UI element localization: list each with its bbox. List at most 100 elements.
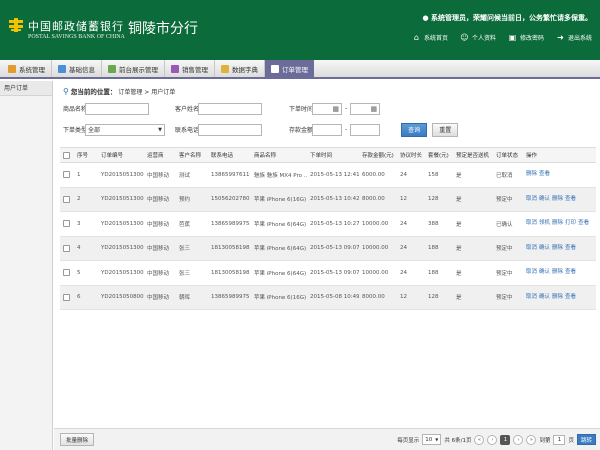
cell-phone: 13865989975	[208, 285, 251, 310]
row-action-link[interactable]: 删除	[552, 245, 563, 251]
row-action-link[interactable]: 取消	[526, 294, 537, 300]
row-action-link[interactable]: 确认	[539, 269, 550, 275]
row-action-link[interactable]: 打印	[565, 220, 576, 226]
first-page-button[interactable]: «	[474, 434, 485, 445]
cell-deposit-amount: 10000.00	[359, 236, 397, 261]
cell-product-name[interactable]: 魅族 魅族 MX4 Pro ...	[251, 162, 307, 188]
table-footer: 批量删除 每页显示 10 ▼ 共 6条/1页 « ‹ 1 › » 到第 1 页 …	[54, 428, 600, 450]
cell-product-name[interactable]: 苹果 iPhone 6(64G)	[251, 211, 307, 237]
col-actions: 操作	[523, 147, 596, 163]
phone-input[interactable]	[198, 123, 262, 136]
row-checkbox[interactable]	[60, 236, 74, 261]
order-time-end[interactable]: ▦	[350, 102, 381, 115]
cell-product-name[interactable]: 苹果 iPhone 6(64G)	[251, 260, 307, 286]
row-action-link[interactable]: 查看	[565, 294, 576, 300]
batch-delete-button[interactable]: 批量删除	[60, 433, 95, 446]
col-order-no: 订单编号	[98, 147, 144, 163]
row-checkbox[interactable]	[60, 211, 74, 237]
customer-name-input[interactable]	[198, 102, 262, 115]
nav-basic-info[interactable]: 基础信息	[52, 60, 102, 77]
nav-order-management[interactable]: 订单管理	[265, 60, 314, 77]
last-page-button[interactable]: »	[526, 434, 537, 445]
change-password-link[interactable]: ▣ 修改密码	[508, 33, 544, 42]
row-action-link[interactable]: 查看	[539, 171, 550, 177]
settings-icon	[8, 64, 16, 73]
page-unit-label: 页	[568, 437, 574, 444]
cell-term: 12	[397, 285, 425, 310]
row-action-link[interactable]: 查看	[578, 220, 589, 226]
order-type-label: 下单类型	[63, 127, 88, 134]
col-customer: 客户名称	[176, 147, 208, 163]
cell-plan: 188	[425, 260, 453, 286]
home-icon: ⌂	[413, 33, 419, 42]
row-action-link[interactable]: 查看	[565, 196, 576, 202]
row-action-link[interactable]: 删除	[526, 171, 537, 177]
order-type-select[interactable]: 全部 ▼	[85, 123, 165, 136]
per-page-select[interactable]: 10 ▼	[422, 434, 442, 445]
order-time-start[interactable]: ▦	[312, 102, 342, 115]
customer-name-label: 客户姓名	[175, 106, 200, 113]
cell-term: 24	[397, 236, 425, 261]
goto-page-input[interactable]: 1	[553, 434, 566, 445]
row-action-link[interactable]: 领机	[539, 220, 550, 226]
nav-sales-management[interactable]: 销售管理	[165, 60, 215, 77]
cell-customer-name: 测试	[176, 162, 208, 188]
deposit-label: 存款金额	[289, 127, 314, 134]
search-button[interactable]: 查询	[401, 122, 428, 137]
prev-page-button[interactable]: ‹	[487, 434, 498, 445]
cell-order-no: YD20150513003	[98, 211, 144, 237]
row-action-link[interactable]: 确认	[539, 245, 550, 251]
row-action-link[interactable]: 删除	[552, 269, 563, 275]
user-info-icon: ●	[422, 14, 429, 22]
row-action-link[interactable]: 删除	[552, 294, 563, 300]
nav-data-dictionary[interactable]: 数据字典	[215, 60, 265, 77]
logout-link[interactable]: ➜ 退出系统	[556, 33, 592, 42]
row-action-link[interactable]: 删除	[552, 196, 563, 202]
cell-carrier: 中国移动	[144, 236, 176, 261]
row-checkbox[interactable]	[60, 162, 74, 188]
row-action-link[interactable]: 取消	[526, 196, 537, 202]
cell-term: 24	[397, 162, 425, 188]
row-action-link[interactable]: 取消	[526, 245, 537, 251]
row-action-link[interactable]: 查看	[565, 245, 576, 251]
home-link[interactable]: ⌂ 系统首页	[412, 33, 448, 42]
cell-actions: 取消 确认 删除 查看	[523, 236, 596, 261]
row-action-link[interactable]: 取消	[526, 269, 537, 275]
page-number-current[interactable]: 1	[500, 434, 511, 445]
row-action-link[interactable]: 确认	[539, 196, 550, 202]
cell-carrier: 中国移动	[144, 285, 176, 310]
cell-product-name[interactable]: 苹果 iPhone 6(64G)	[251, 236, 307, 261]
cell-gift-flag: 是	[453, 285, 493, 310]
deposit-max-input[interactable]	[350, 123, 381, 136]
table-row: 2 YD20150513004 中国移动 预约 15056202780 苹果 iPhone…	[60, 187, 596, 212]
reset-button[interactable]: 重置	[432, 122, 459, 137]
product-name-input[interactable]	[85, 102, 149, 115]
cell-product-name[interactable]: 苹果 iPhone 6(16G)	[251, 187, 307, 212]
cell-product-name[interactable]: 苹果 iPhone 6(16G)	[251, 285, 307, 310]
filter-row-2: 下单类型 全部 ▼ 联系电话 存款金额 - 查询 重置	[63, 122, 459, 137]
profile-link[interactable]: ☺ 个人资料	[460, 33, 496, 42]
calendar-icon: ▦	[370, 104, 378, 113]
cell-row-no: 4	[74, 236, 98, 261]
nav-system-management[interactable]: 系统管理	[2, 60, 52, 77]
col-deposit: 存款金额(元)	[359, 147, 397, 163]
goto-label: 到第	[539, 437, 551, 444]
row-action-link[interactable]: 查看	[565, 269, 576, 275]
goto-button[interactable]: 跳转	[576, 434, 596, 445]
row-action-link[interactable]: 取消	[526, 220, 537, 226]
dictionary-icon	[221, 64, 229, 73]
deposit-min-input[interactable]	[312, 123, 342, 136]
row-checkbox[interactable]	[60, 187, 74, 212]
row-action-link[interactable]: 删除	[552, 220, 563, 226]
cell-order-time: 2015-05-13 10:27:15	[307, 211, 359, 237]
nav-frontend-display[interactable]: 前台展示管理	[102, 60, 165, 77]
cell-gift-flag: 是	[453, 236, 493, 261]
location-pin-icon: ⚲	[63, 86, 69, 96]
row-checkbox[interactable]	[60, 260, 74, 286]
sidebar-item-user-orders[interactable]: 用户订单	[0, 81, 52, 96]
next-page-button[interactable]: ›	[513, 434, 524, 445]
table-header: 序号 订单编号 运营商 客户名称 联系电话 商品名称 下单时间 存款金额(元) …	[60, 147, 596, 163]
row-checkbox[interactable]	[60, 285, 74, 310]
select-all-checkbox[interactable]	[60, 147, 74, 163]
row-action-link[interactable]: 确认	[539, 294, 550, 300]
